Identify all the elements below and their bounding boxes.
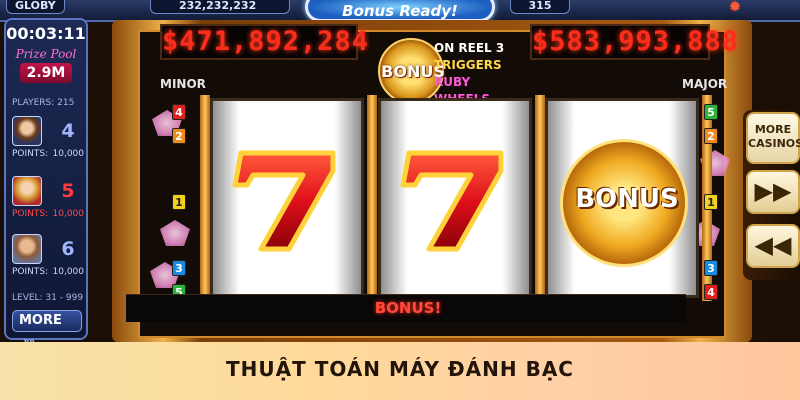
major-jackpot-display: $583,993,888 — [530, 24, 738, 60]
player-points: POINTS: 10,000 — [12, 149, 84, 159]
seven-icon — [232, 150, 336, 252]
reel-1 — [210, 98, 364, 298]
win-message-strip: BONUS! — [126, 294, 686, 322]
prize-pool-label: Prize Pool — [15, 47, 77, 61]
rewind-icon: ◀◀ — [754, 231, 792, 259]
reel-divider — [200, 95, 210, 301]
points-label: POINTS: — [12, 149, 49, 159]
player-card[interactable]: 4 POINTS: 10,000 — [10, 116, 84, 160]
minor-jackpot-display: $471,892,284 — [160, 24, 368, 60]
rewind-button[interactable]: ◀◀ — [746, 224, 800, 268]
points-value: 10,000 — [52, 149, 85, 159]
payline-marker: 2 — [704, 128, 718, 144]
player-card[interactable]: 6 POINTS: 10,000 — [10, 234, 84, 278]
more-label: MORE — [19, 313, 62, 328]
bonus-ready-button[interactable]: Bonus Ready! — [305, 0, 495, 22]
reel-2 — [378, 98, 532, 298]
fast-forward-button[interactable]: ▶▶ — [746, 170, 800, 214]
payline-marker: 1 — [704, 194, 718, 210]
coin-balance-value: 232,232,232 — [179, 0, 257, 12]
reel-3: BONUS — [545, 98, 699, 298]
payline-marker: 5 — [704, 104, 718, 120]
player-rank: 6 — [61, 238, 75, 260]
more-casinos-button[interactable]: MORE CASINOS — [746, 112, 800, 164]
major-jackpot-label: MAJOR — [682, 77, 728, 91]
player-points: POINTS: 10,000 — [12, 209, 84, 219]
player-rank: 4 — [61, 120, 75, 142]
avatar — [12, 234, 42, 264]
fast-forward-icon: ▶▶ — [754, 177, 792, 205]
payline-marker: 4 — [704, 284, 718, 300]
minor-jackpot-label: MINOR — [160, 77, 206, 91]
player-card[interactable]: 5 POINTS: 10,000 — [10, 176, 84, 220]
points-label: POINTS: — [12, 267, 49, 277]
settings-gear-icon[interactable]: ✹ — [722, 0, 748, 16]
gems-count[interactable]: 315 — [510, 0, 570, 14]
caption-banner: THUẬT TOÁN MÁY ĐÁNH BẠC — [0, 342, 800, 400]
bonus-symbol-text: BONUS — [575, 184, 679, 214]
player-points: POINTS: 10,000 — [12, 267, 84, 277]
bonus-rule-line2: TRIGGERS — [434, 58, 502, 72]
points-value: 10,000 — [52, 209, 85, 219]
players-count: PLAYERS: 215 — [12, 98, 75, 108]
account-badge[interactable]: GLOBY — [6, 0, 65, 14]
more-casinos-line1: MORE — [754, 123, 792, 136]
level-range: LEVEL: 31 - 999 — [12, 293, 84, 303]
reel-divider — [367, 95, 377, 301]
coin-balance[interactable]: 232,232,232 — [150, 0, 290, 14]
payline-marker: 2 — [172, 128, 186, 144]
seven-icon — [400, 150, 504, 252]
prize-pool-value: 2.9M — [20, 63, 72, 83]
bonus-rule-line1: ON REEL 3 — [434, 41, 505, 55]
player-rank: 5 — [61, 180, 75, 202]
caption-title: THUẬT TOÁN MÁY ĐÁNH BẠC — [226, 357, 574, 381]
reel-divider — [535, 95, 545, 301]
win-message: BONUS! — [374, 299, 442, 317]
payline-marker: 4 — [172, 104, 186, 120]
payline-marker: 3 — [704, 260, 718, 276]
points-label: POINTS: — [12, 209, 49, 219]
avatar — [12, 116, 42, 146]
tournament-timer: 00:03:11 — [6, 24, 86, 43]
payline-marker: 1 — [172, 194, 186, 210]
payline-marker: 3 — [172, 260, 186, 276]
avatar — [12, 176, 42, 206]
more-casinos-line2: CASINOS — [748, 137, 800, 150]
bonus-icon: BONUS — [560, 139, 688, 267]
points-value: 10,000 — [52, 267, 85, 277]
more-button[interactable]: MORE »» — [12, 310, 82, 347]
tournament-panel: 00:03:11 Prize Pool 2.9M PLAYERS: 215 4 … — [4, 18, 88, 347]
